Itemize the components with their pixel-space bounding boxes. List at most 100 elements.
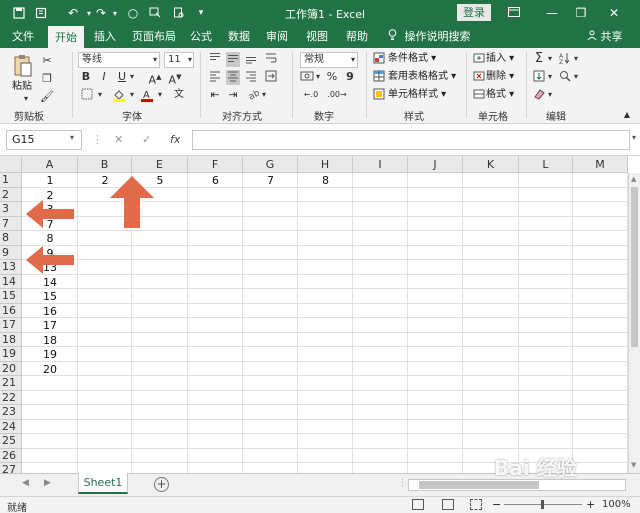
- italic-button[interactable]: I: [98, 70, 110, 85]
- autosave-icon[interactable]: [32, 4, 50, 22]
- formula-input[interactable]: [192, 130, 630, 150]
- fill-dropdown-icon[interactable]: ▾: [546, 70, 554, 85]
- format-as-table-label[interactable]: 套用表格格式 ▾: [388, 70, 456, 84]
- currency-icon[interactable]: [300, 70, 314, 85]
- tab-file[interactable]: 文件: [8, 26, 38, 48]
- touch-mode-icon[interactable]: [146, 4, 164, 22]
- ribbon-display-icon[interactable]: [506, 5, 522, 21]
- sort-filter-dropdown-icon[interactable]: ▾: [572, 52, 580, 67]
- conditional-format-icon[interactable]: [372, 52, 386, 67]
- tab-view[interactable]: 视图: [302, 26, 332, 48]
- phonetic-icon[interactable]: 文: [172, 88, 186, 103]
- align-top-icon[interactable]: [208, 52, 222, 67]
- row-header-15[interactable]: 15: [0, 289, 22, 304]
- tab-data[interactable]: 数据: [224, 26, 254, 48]
- cell-a14[interactable]: 14: [22, 276, 78, 290]
- format-cells-icon[interactable]: [472, 88, 486, 103]
- tab-formulas[interactable]: 公式: [186, 26, 216, 48]
- column-header-l[interactable]: L: [519, 156, 573, 173]
- format-as-table-icon[interactable]: [372, 70, 386, 85]
- number-format-dropdown-icon[interactable]: ▾: [349, 53, 357, 68]
- percent-button[interactable]: %: [326, 70, 338, 85]
- tab-insert[interactable]: 插入: [90, 26, 120, 48]
- normal-view-icon[interactable]: [412, 499, 424, 510]
- align-bottom-icon[interactable]: [244, 52, 258, 67]
- page-break-view-icon[interactable]: [470, 499, 482, 510]
- column-header-f[interactable]: F: [188, 156, 243, 173]
- cell-styles-icon[interactable]: [372, 88, 386, 103]
- worksheet-grid[interactable]: A B E F G H I J K L M 1 2 3 7 8 9 13 14 15 16 17 18 19 20 21 22 23 2…: [0, 156, 640, 478]
- font-name-dropdown-icon[interactable]: ▾: [151, 53, 159, 68]
- decrease-decimal-icon[interactable]: .00→: [326, 88, 348, 103]
- cell-a16[interactable]: 16: [22, 305, 78, 319]
- borders-dropdown-icon[interactable]: ▾: [96, 88, 104, 103]
- page-layout-view-icon[interactable]: [442, 499, 454, 510]
- zoom-out-icon[interactable]: −: [492, 498, 501, 511]
- cell-f1[interactable]: 6: [188, 174, 243, 188]
- tab-review[interactable]: 审阅: [262, 26, 292, 48]
- zoom-in-icon[interactable]: +: [586, 498, 595, 511]
- row-header-1[interactable]: 1: [0, 173, 22, 188]
- align-middle-icon[interactable]: [226, 52, 240, 67]
- restore-icon[interactable]: ❐: [573, 5, 589, 21]
- enter-icon[interactable]: ✓: [142, 133, 151, 146]
- tell-me-search[interactable]: 操作说明搜索: [388, 26, 471, 48]
- name-box-dropdown-icon[interactable]: ▾: [70, 133, 74, 142]
- conditional-format-label[interactable]: 条件格式 ▾: [388, 52, 436, 66]
- cell-g1[interactable]: 7: [243, 174, 298, 188]
- underline-dropdown-icon[interactable]: ▾: [128, 70, 136, 85]
- currency-dropdown-icon[interactable]: ▾: [314, 70, 322, 85]
- merge-center-icon[interactable]: [264, 70, 278, 85]
- copy-icon[interactable]: ❐: [40, 72, 54, 87]
- cut-icon[interactable]: ✂: [40, 54, 54, 69]
- add-sheet-button[interactable]: +: [154, 477, 169, 492]
- format-cells-label[interactable]: 格式 ▾: [486, 88, 514, 102]
- row-header-21[interactable]: 21: [0, 376, 22, 391]
- row-header-17[interactable]: 17: [0, 318, 22, 333]
- orientation-icon[interactable]: ab: [246, 88, 262, 103]
- tab-help[interactable]: 帮助: [342, 26, 372, 48]
- shape-circle-icon[interactable]: ○: [124, 4, 142, 22]
- collapse-ribbon-icon[interactable]: ▲: [622, 108, 632, 123]
- row-header-9[interactable]: 9: [0, 245, 22, 260]
- underline-button[interactable]: U: [116, 70, 128, 85]
- row-header-16[interactable]: 16: [0, 303, 22, 318]
- column-header-m[interactable]: M: [573, 156, 628, 173]
- wrap-text-icon[interactable]: [264, 52, 278, 67]
- row-header-24[interactable]: 24: [0, 419, 22, 434]
- delete-cells-label[interactable]: 删除 ▾: [486, 70, 514, 84]
- orientation-dropdown-icon[interactable]: ▾: [260, 88, 268, 103]
- row-header-23[interactable]: 23: [0, 405, 22, 420]
- close-icon[interactable]: ✕: [606, 5, 622, 21]
- column-header-j[interactable]: J: [408, 156, 463, 173]
- column-header-a[interactable]: A: [22, 156, 78, 173]
- minimize-icon[interactable]: —: [544, 5, 560, 21]
- horizontal-scroll-thumb[interactable]: [419, 481, 539, 489]
- find-select-dropdown-icon[interactable]: ▾: [572, 70, 580, 85]
- column-header-e[interactable]: E: [132, 156, 188, 173]
- zoom-slider[interactable]: [504, 500, 582, 509]
- insert-cells-icon[interactable]: [472, 52, 486, 67]
- decrease-indent-icon[interactable]: ⇤: [208, 88, 222, 103]
- save-icon[interactable]: [10, 4, 28, 22]
- font-size-dropdown-icon[interactable]: ▾: [186, 53, 194, 68]
- format-painter-icon[interactable]: 🖌: [40, 90, 54, 105]
- sheet-tab-sheet1[interactable]: Sheet1: [78, 473, 128, 494]
- row-header-8[interactable]: 8: [0, 231, 22, 246]
- align-center-icon[interactable]: [226, 70, 240, 85]
- expand-formula-icon[interactable]: ▾: [632, 133, 636, 142]
- row-header-22[interactable]: 22: [0, 390, 22, 405]
- align-right-icon[interactable]: [244, 70, 258, 85]
- font-color-dropdown-icon[interactable]: ▾: [156, 88, 164, 103]
- clear-icon[interactable]: [532, 88, 546, 103]
- row-header-20[interactable]: 20: [0, 361, 22, 376]
- column-header-i[interactable]: I: [353, 156, 408, 173]
- autosum-icon[interactable]: Σ: [532, 52, 546, 67]
- increase-decimal-icon[interactable]: ←.0: [300, 88, 322, 103]
- tab-page-layout[interactable]: 页面布局: [128, 26, 180, 48]
- row-header-19[interactable]: 19: [0, 347, 22, 362]
- zoom-slider-thumb[interactable]: [541, 500, 544, 509]
- row-header-14[interactable]: 14: [0, 274, 22, 289]
- select-all-corner[interactable]: [0, 156, 22, 173]
- column-header-k[interactable]: K: [463, 156, 519, 173]
